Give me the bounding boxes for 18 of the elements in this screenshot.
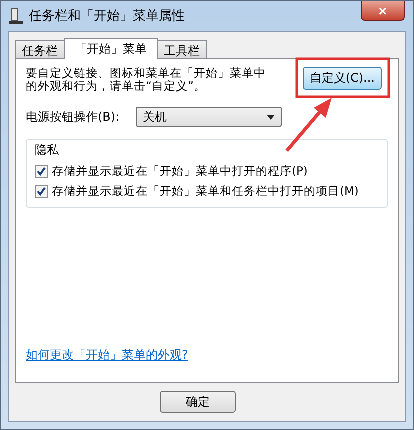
- help-link[interactable]: 如何更改「开始」菜单的外观?: [26, 347, 388, 364]
- taskbar-icon: [9, 8, 23, 24]
- checkbox-label: 存储并显示最近在「开始」菜单中打开的程序(P): [52, 164, 308, 179]
- tab[interactable]: 工具栏: [157, 40, 207, 58]
- group-title: 隐私: [35, 142, 60, 159]
- checkbox[interactable]: [35, 185, 48, 198]
- power-button-label: 电源按钮操作(B):: [26, 108, 121, 126]
- checkbox-label: 存储并显示最近在「开始」菜单和任务栏中打开的项目(M): [52, 184, 359, 199]
- tab[interactable]: 任务栏: [15, 40, 65, 58]
- instruction-text: 要自定义链接、图标和菜单在「开始」菜单中的外观和行为，请单击“自定义”。: [26, 67, 267, 93]
- customize-button[interactable]: 自定义(C)...: [302, 67, 382, 90]
- window-title: 任务栏和「开始」菜单属性: [29, 8, 185, 25]
- annotation-arrow: [286, 98, 332, 152]
- power-action-dropdown[interactable]: 关机: [136, 107, 282, 127]
- checkbox[interactable]: [35, 165, 48, 178]
- dropdown-arrow-icon: [267, 114, 275, 120]
- tab[interactable]: 「开始」菜单: [64, 38, 158, 59]
- dialog-button[interactable]: 确定: [160, 391, 236, 413]
